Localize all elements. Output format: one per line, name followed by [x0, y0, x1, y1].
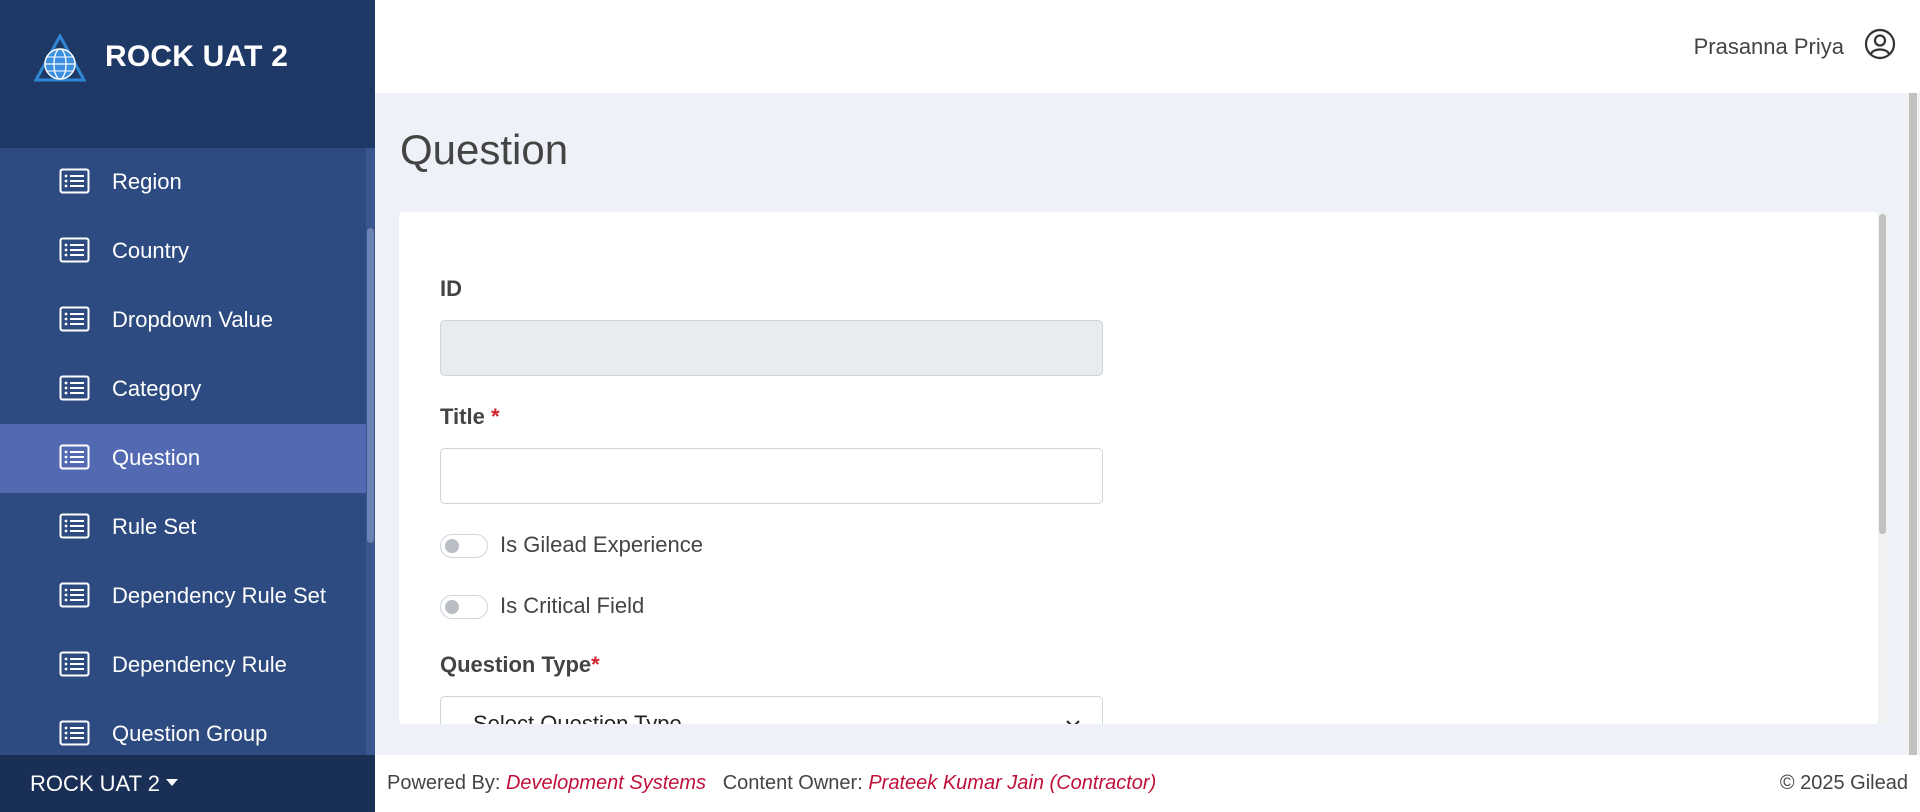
user-account-icon[interactable]: [1864, 28, 1896, 60]
sidebar-item-label: Rule Set: [112, 514, 197, 539]
sidebar-item-label: Dependency Rule Set: [112, 583, 327, 608]
sidebar: ROCK UAT 2 Region Country Dropdown Value…: [0, 0, 375, 812]
sidebar-item-question-group[interactable]: Question Group: [0, 700, 366, 755]
sidebar-item-rule-set[interactable]: Rule Set: [0, 493, 366, 562]
list-icon: [59, 237, 90, 263]
brand-title: ROCK UAT 2: [105, 40, 289, 73]
card-scrollbar-thumb[interactable]: [1879, 214, 1886, 534]
list-icon: [59, 513, 90, 539]
sidebar-item-label: Question: [112, 445, 201, 470]
id-field: [440, 320, 1103, 376]
list-icon: [59, 375, 90, 401]
question-type-label-text: Question Type: [440, 652, 592, 677]
page-scrollbar[interactable]: [1906, 93, 1920, 756]
sidebar-item-region[interactable]: Region: [0, 148, 366, 217]
list-icon: [59, 720, 90, 746]
caret-down-icon: [166, 778, 178, 786]
sidebar-scrollbar[interactable]: [366, 148, 375, 755]
sidebar-item-label: Region: [112, 169, 182, 194]
list-icon: [59, 168, 90, 194]
content-owner-link[interactable]: Prateek Kumar Jain (Contractor): [868, 772, 1156, 794]
list-icon: [59, 444, 90, 470]
title-label-text: Title: [440, 404, 485, 429]
question-type-label: Question Type*: [440, 652, 600, 678]
sidebar-item-dropdown-value[interactable]: Dropdown Value: [0, 286, 366, 355]
sidebar-item-country[interactable]: Country: [0, 217, 366, 286]
sidebar-item-label: Dependency Rule: [112, 652, 287, 677]
question-form-card: ID Title * Is Gilead Experience Is Criti…: [399, 212, 1878, 724]
top-bar: Prasanna Priya: [375, 0, 1920, 93]
globe-logo-icon: [34, 34, 86, 82]
required-mark: *: [591, 652, 600, 677]
toggle-knob: [445, 600, 459, 614]
toggle-knob: [445, 539, 459, 553]
copyright: © 2025 Gilead: [1779, 772, 1908, 794]
footer-credits: Powered By: Development Systems Content …: [387, 772, 1156, 795]
page-title: Question: [400, 126, 569, 173]
list-icon: [59, 306, 90, 332]
chevron-down-icon: [1066, 720, 1080, 724]
powered-by-label: Powered By:: [387, 772, 501, 794]
sidebar-item-category[interactable]: Category: [0, 355, 366, 424]
sidebar-scrollbar-thumb[interactable]: [367, 228, 374, 543]
gilead-experience-toggle[interactable]: [440, 534, 488, 558]
brand-header: ROCK UAT 2: [0, 0, 375, 148]
list-icon: [59, 651, 90, 677]
sidebar-item-dependency-rule[interactable]: Dependency Rule: [0, 631, 366, 700]
sidebar-item-dependency-rule-set[interactable]: Dependency Rule Set: [0, 562, 366, 631]
critical-field-label: Is Critical Field: [500, 593, 645, 618]
sidebar-item-label: Country: [112, 238, 190, 263]
gilead-experience-label: Is Gilead Experience: [500, 532, 703, 557]
powered-by-link[interactable]: Development Systems: [506, 772, 706, 794]
environment-label: ROCK UAT 2: [30, 771, 160, 796]
page-scrollbar-thumb[interactable]: [1909, 93, 1917, 756]
card-scrollbar[interactable]: [1878, 212, 1887, 724]
id-label: ID: [440, 276, 462, 301]
sidebar-item-label: Category: [112, 376, 202, 401]
sidebar-item-label: Dropdown Value: [112, 307, 274, 332]
environment-dropdown[interactable]: ROCK UAT 2: [0, 755, 375, 812]
sidebar-nav: Region Country Dropdown Value Category Q…: [0, 148, 366, 755]
page-footer: Powered By: Development Systems Content …: [375, 755, 1920, 812]
user-name[interactable]: Prasanna Priya: [1694, 34, 1844, 60]
critical-field-toggle[interactable]: [440, 595, 488, 619]
sidebar-item-question[interactable]: Question: [0, 424, 366, 493]
list-icon: [59, 582, 90, 608]
sidebar-item-label: Question Group: [112, 721, 268, 746]
required-mark: *: [490, 404, 500, 429]
question-type-selected: Select Question Type: [473, 711, 682, 724]
title-label: Title *: [440, 404, 500, 430]
title-field[interactable]: [440, 448, 1103, 504]
content-owner-label: Content Owner:: [722, 772, 863, 794]
question-type-select[interactable]: Select Question Type: [440, 696, 1103, 724]
